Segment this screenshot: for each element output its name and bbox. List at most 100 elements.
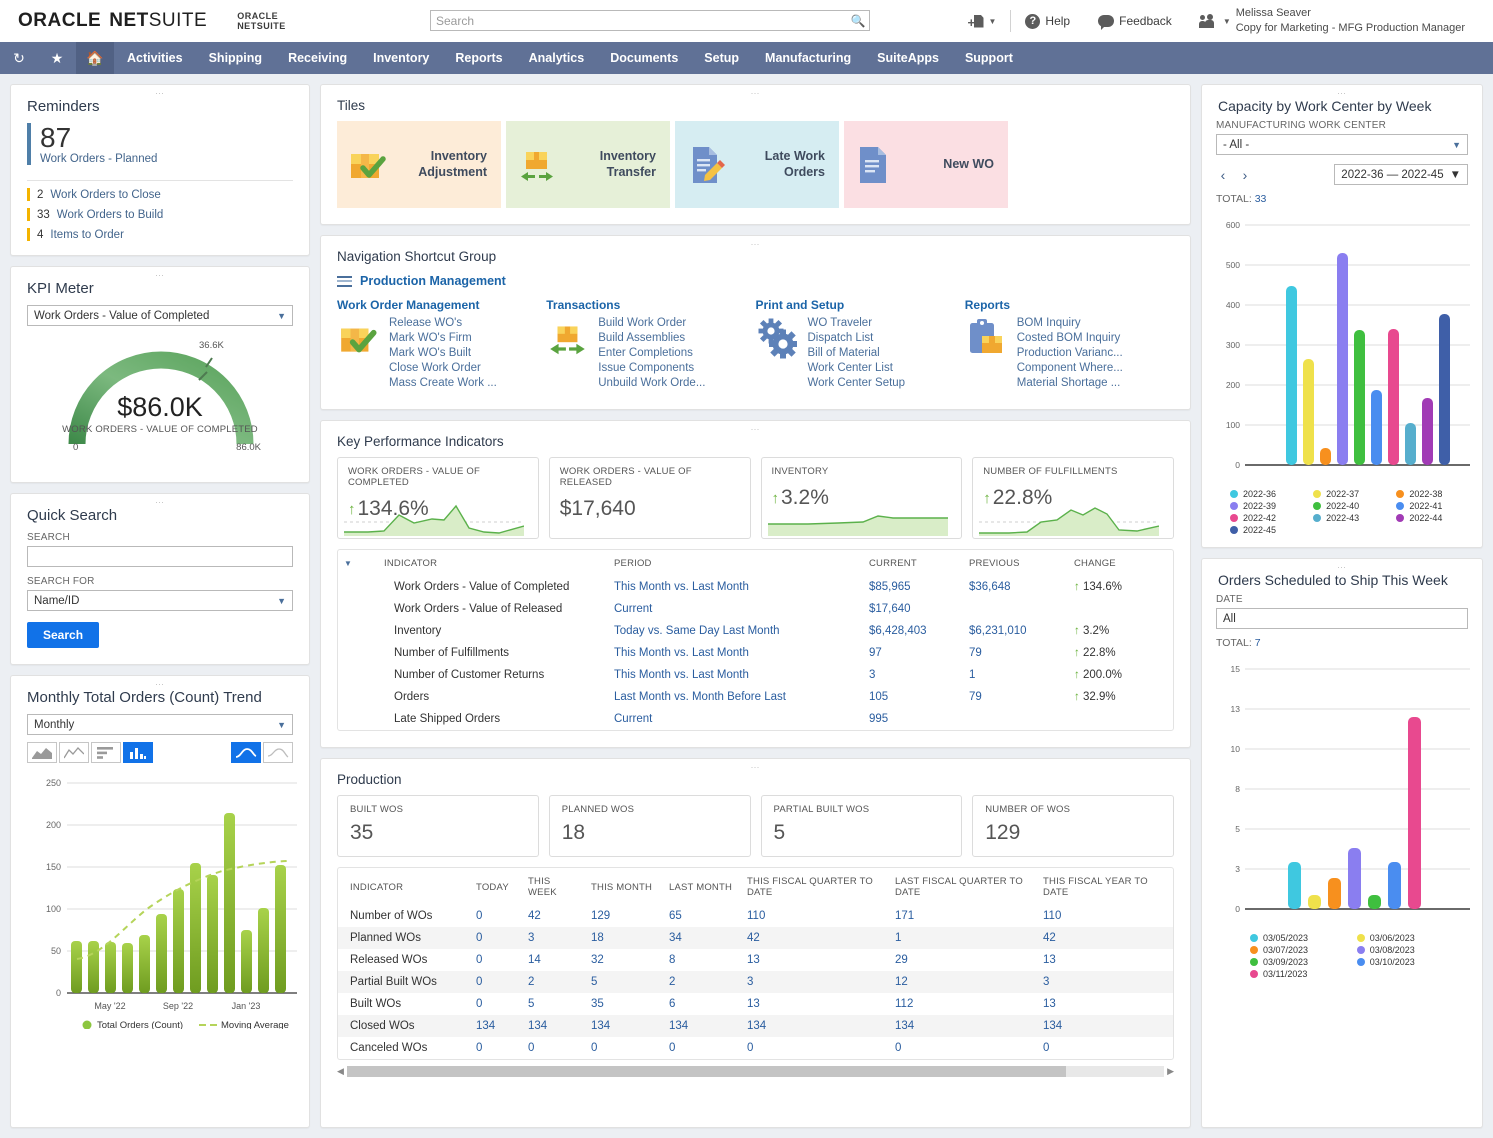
- scroll-left-icon[interactable]: ◀: [337, 1066, 344, 1077]
- nav-link[interactable]: Release WO's: [389, 316, 497, 331]
- cell-last-fq[interactable]: 171: [889, 905, 1037, 927]
- col-indicator[interactable]: INDICATOR: [338, 868, 470, 905]
- table-row[interactable]: Released WOs 0 14 32 8 13 29 13: [338, 949, 1173, 971]
- production-card-built-wos[interactable]: BUILT WOS 35: [337, 795, 539, 857]
- table-row[interactable]: Canceled WOs 0 0 0 0 0 0 0: [338, 1037, 1173, 1059]
- legend-item[interactable]: 2022-41: [1396, 501, 1479, 511]
- nav-item-inventory[interactable]: Inventory: [360, 42, 442, 74]
- nav-link[interactable]: Work Center Setup: [808, 376, 906, 391]
- cell-this-week[interactable]: 42: [522, 905, 585, 927]
- col-change[interactable]: CHANGE: [1068, 550, 1173, 576]
- nav-link[interactable]: Production Varianc...: [1017, 346, 1123, 361]
- tile-inventory-adjustment[interactable]: Inventory Adjustment: [337, 121, 501, 208]
- drag-handle[interactable]: [1337, 564, 1347, 570]
- nav-item-suiteapps[interactable]: SuiteApps: [864, 42, 952, 74]
- nav-item-documents[interactable]: Documents: [597, 42, 691, 74]
- nav-item-analytics[interactable]: Analytics: [516, 42, 598, 74]
- cell-previous[interactable]: 79: [963, 686, 1068, 708]
- table-row[interactable]: Closed WOs 134 134 134 134 134 134 134: [338, 1015, 1173, 1037]
- search-icon[interactable]: 🔍: [847, 14, 869, 28]
- cell-this-month[interactable]: 18: [585, 927, 663, 949]
- cell-this-month[interactable]: 32: [585, 949, 663, 971]
- chevron-left-icon[interactable]: ‹: [1216, 167, 1230, 183]
- cell-last-month[interactable]: 65: [663, 905, 741, 927]
- cell-last-month[interactable]: 34: [663, 927, 741, 949]
- scroll-thumb[interactable]: [347, 1066, 1066, 1077]
- tile-inventory-transfer[interactable]: Inventory Transfer: [506, 121, 670, 208]
- drag-handle[interactable]: [155, 90, 165, 96]
- nav-link[interactable]: Build Work Order: [598, 316, 705, 331]
- table-row[interactable]: Number of Fulfillments This Month vs. La…: [338, 642, 1173, 664]
- cell-last-fq[interactable]: 29: [889, 949, 1037, 971]
- nav-link[interactable]: Material Shortage ...: [1017, 376, 1123, 391]
- cell-this-week[interactable]: 5: [522, 993, 585, 1015]
- drag-handle[interactable]: [1337, 90, 1347, 96]
- vertical-bar-chart-button[interactable]: [123, 742, 153, 763]
- cell-today[interactable]: 134: [470, 1015, 522, 1037]
- nav-link[interactable]: Work Center List: [808, 361, 906, 376]
- nav-link[interactable]: Dispatch List: [808, 331, 906, 346]
- search-input[interactable]: [431, 11, 847, 30]
- cell-previous[interactable]: $6,231,010: [963, 620, 1068, 642]
- horizontal-bar-chart-button[interactable]: [91, 742, 121, 763]
- cell-current[interactable]: 97: [863, 642, 963, 664]
- nav-item-support[interactable]: Support: [952, 42, 1026, 74]
- table-row[interactable]: Work Orders - Value of Released Current …: [338, 598, 1173, 620]
- cell-current[interactable]: $6,428,403: [863, 620, 963, 642]
- nav-item-manufacturing[interactable]: Manufacturing: [752, 42, 864, 74]
- reminder-row[interactable]: 4 Items to Order: [11, 221, 309, 255]
- cell-previous[interactable]: $36,648: [963, 576, 1068, 598]
- legend-item[interactable]: 03/05/2023: [1250, 933, 1357, 943]
- cell-period[interactable]: Current: [608, 598, 863, 620]
- tile-late-work-orders[interactable]: Late Work Orders: [675, 121, 839, 208]
- cell-last-month[interactable]: 2: [663, 971, 741, 993]
- legend-item[interactable]: 2022-42: [1230, 513, 1313, 523]
- cell-last-fq[interactable]: 112: [889, 993, 1037, 1015]
- kpi-card-inventory[interactable]: INVENTORY ↑3.2%: [761, 457, 963, 539]
- cell-this-fy[interactable]: 0: [1037, 1037, 1173, 1059]
- nav-link[interactable]: Issue Components: [598, 361, 705, 376]
- production-card-partial-built-wos[interactable]: PARTIAL BUILT WOS 5: [761, 795, 963, 857]
- drag-handle[interactable]: [155, 499, 165, 505]
- cell-period[interactable]: This Month vs. Last Month: [608, 576, 863, 598]
- legend-item[interactable]: 03/08/2023: [1357, 945, 1464, 955]
- cell-this-month[interactable]: 0: [585, 1037, 663, 1059]
- cell-today[interactable]: 0: [470, 905, 522, 927]
- cell-today[interactable]: 0: [470, 993, 522, 1015]
- cell-today[interactable]: 0: [470, 971, 522, 993]
- nav-link[interactable]: Component Where...: [1017, 361, 1123, 376]
- legend-item[interactable]: 2022-38: [1396, 489, 1479, 499]
- production-card-number-of-wos[interactable]: NUMBER OF WOS 129: [972, 795, 1174, 857]
- legend-item[interactable]: 2022-37: [1313, 489, 1396, 499]
- table-row[interactable]: Inventory Today vs. Same Day Last Month …: [338, 620, 1173, 642]
- nav-item-setup[interactable]: Setup: [691, 42, 752, 74]
- nav-link[interactable]: Mark WO's Built: [389, 346, 497, 361]
- col-this-month[interactable]: THIS MONTH: [585, 868, 663, 905]
- col-last-fiscal-quarter-to-date[interactable]: LAST FISCAL QUARTER TO DATE: [889, 868, 1037, 905]
- cell-this-month[interactable]: 129: [585, 905, 663, 927]
- home-icon[interactable]: 🏠: [76, 42, 114, 74]
- legend-item[interactable]: 03/10/2023: [1357, 957, 1464, 967]
- cell-current[interactable]: $17,640: [863, 598, 963, 620]
- cell-current[interactable]: 995: [863, 708, 963, 730]
- cell-last-fq[interactable]: 1: [889, 927, 1037, 949]
- cell-period[interactable]: This Month vs. Last Month: [608, 642, 863, 664]
- line-chart-button[interactable]: [59, 742, 89, 763]
- drag-handle[interactable]: [751, 90, 761, 96]
- cell-last-fq[interactable]: 12: [889, 971, 1037, 993]
- table-row[interactable]: Orders Last Month vs. Month Before Last …: [338, 686, 1173, 708]
- kpi-card-work-orders-value-released[interactable]: WORK ORDERS - VALUE OF RELEASED $17,640: [549, 457, 751, 539]
- cell-this-week[interactable]: 0: [522, 1037, 585, 1059]
- nav-item-reports[interactable]: Reports: [442, 42, 515, 74]
- cell-last-fq[interactable]: 134: [889, 1015, 1037, 1037]
- cell-this-week[interactable]: 14: [522, 949, 585, 971]
- cell-current[interactable]: $85,965: [863, 576, 963, 598]
- orders-ship-date-input[interactable]: All: [1216, 608, 1468, 629]
- sort-caret-icon[interactable]: ▼: [344, 559, 352, 568]
- create-new-button[interactable]: + ▼: [954, 14, 1011, 29]
- col-this-fiscal-year-to-date[interactable]: THIS FISCAL YEAR TO DATE: [1037, 868, 1173, 905]
- nav-link[interactable]: Enter Completions: [598, 346, 705, 361]
- legend-item[interactable]: 2022-40: [1313, 501, 1396, 511]
- table-row[interactable]: Partial Built WOs 0 2 5 2 3 12 3: [338, 971, 1173, 993]
- table-row[interactable]: Work Orders - Value of Completed This Mo…: [338, 576, 1173, 598]
